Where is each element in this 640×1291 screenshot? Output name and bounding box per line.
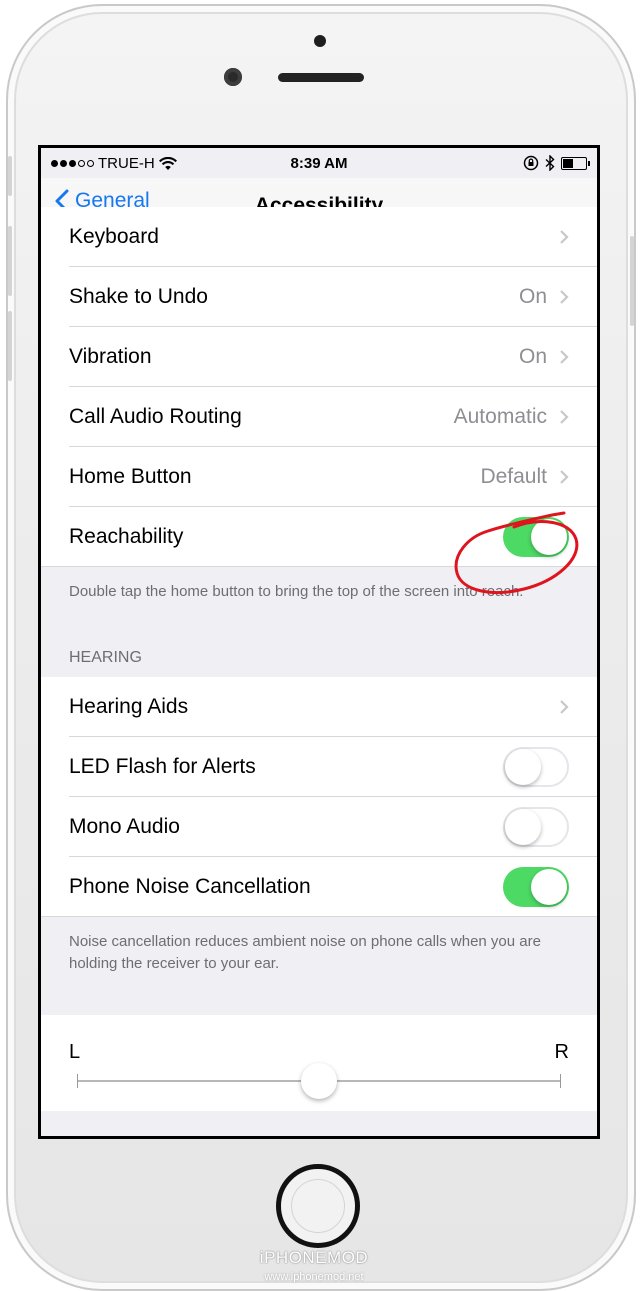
row-label: Vibration bbox=[69, 345, 152, 368]
slider-tick-right bbox=[560, 1074, 561, 1088]
bluetooth-icon bbox=[545, 155, 555, 171]
proximity-sensor bbox=[314, 35, 326, 47]
section-header-hearing: HEARING bbox=[69, 649, 142, 666]
row-label: Phone Noise Cancellation bbox=[69, 875, 311, 898]
row-value: Automatic bbox=[453, 405, 547, 428]
toggle-knob bbox=[531, 869, 567, 905]
chevron-right-icon bbox=[560, 700, 569, 714]
rotation-lock-icon bbox=[523, 155, 539, 171]
volume-down-button bbox=[8, 311, 12, 381]
hearing-group: Hearing Aids LED Flash for Alerts Mono A… bbox=[41, 677, 597, 917]
battery-icon bbox=[561, 156, 590, 170]
balance-right-label: R bbox=[554, 1041, 569, 1063]
battery-level bbox=[563, 158, 573, 168]
row-label: Call Audio Routing bbox=[69, 405, 242, 428]
row-value: On bbox=[518, 285, 547, 308]
display: TRUE-H 8:39 AM General Accessibility Key… bbox=[41, 148, 597, 1136]
row-label: Keyboard bbox=[69, 225, 159, 248]
mono-audio-toggle[interactable] bbox=[503, 807, 569, 847]
toggle-knob bbox=[505, 809, 541, 845]
front-camera bbox=[224, 68, 242, 86]
row-home-button[interactable]: Home Button Default bbox=[41, 447, 597, 507]
row-value: Default bbox=[480, 465, 547, 488]
status-bar: TRUE-H 8:39 AM bbox=[41, 148, 597, 178]
earpiece-speaker bbox=[278, 73, 364, 82]
led-flash-toggle[interactable] bbox=[503, 747, 569, 787]
row-label: LED Flash for Alerts bbox=[69, 755, 256, 778]
toggle-knob bbox=[531, 519, 567, 555]
watermark-url: www.iphonemod.net bbox=[264, 1271, 364, 1283]
chevron-right-icon bbox=[560, 230, 569, 244]
row-call-audio-routing[interactable]: Call Audio Routing Automatic bbox=[41, 387, 597, 447]
row-phone-noise-cancellation: Phone Noise Cancellation bbox=[41, 857, 597, 917]
row-led-flash-for-alerts: LED Flash for Alerts bbox=[41, 737, 597, 797]
chevron-right-icon bbox=[560, 470, 569, 484]
power-button bbox=[630, 236, 634, 326]
chevron-right-icon bbox=[560, 410, 569, 424]
row-mono-audio: Mono Audio bbox=[41, 797, 597, 857]
mute-switch bbox=[8, 156, 12, 196]
row-vibration[interactable]: Vibration On bbox=[41, 327, 597, 387]
toggle-knob bbox=[505, 749, 541, 785]
noise-cancellation-footer: Noise cancellation reduces ambient noise… bbox=[69, 933, 541, 972]
row-keyboard[interactable]: Keyboard bbox=[41, 207, 597, 267]
volume-up-button bbox=[8, 226, 12, 296]
row-label: Mono Audio bbox=[69, 815, 180, 838]
row-label: Reachability bbox=[69, 525, 184, 548]
settings-list: Keyboard Shake to Undo On Vibration On C… bbox=[41, 207, 597, 1111]
row-label: Shake to Undo bbox=[69, 285, 208, 308]
row-label: Home Button bbox=[69, 465, 192, 488]
general-group: Keyboard Shake to Undo On Vibration On C… bbox=[41, 207, 597, 567]
noise-cancellation-toggle[interactable] bbox=[503, 867, 569, 907]
reachability-toggle[interactable] bbox=[503, 517, 569, 557]
balance-slider-group: L R bbox=[41, 1015, 597, 1111]
home-button[interactable] bbox=[276, 1164, 360, 1248]
watermark-brand: iPHONEMOD bbox=[259, 1248, 369, 1267]
row-reachability: Reachability bbox=[41, 507, 597, 567]
balance-left-label: L bbox=[69, 1041, 81, 1063]
chevron-right-icon bbox=[560, 290, 569, 304]
chevron-right-icon bbox=[560, 350, 569, 364]
reachability-footer: Double tap the home button to bring the … bbox=[69, 583, 524, 600]
slider-tick-left bbox=[77, 1074, 78, 1088]
row-shake-to-undo[interactable]: Shake to Undo On bbox=[41, 267, 597, 327]
row-hearing-aids[interactable]: Hearing Aids bbox=[41, 677, 597, 737]
home-button-ring bbox=[291, 1179, 345, 1233]
balance-slider-thumb[interactable] bbox=[301, 1063, 337, 1099]
row-value: On bbox=[518, 345, 547, 368]
status-time: 8:39 AM bbox=[290, 155, 348, 172]
row-label: Hearing Aids bbox=[69, 695, 189, 718]
